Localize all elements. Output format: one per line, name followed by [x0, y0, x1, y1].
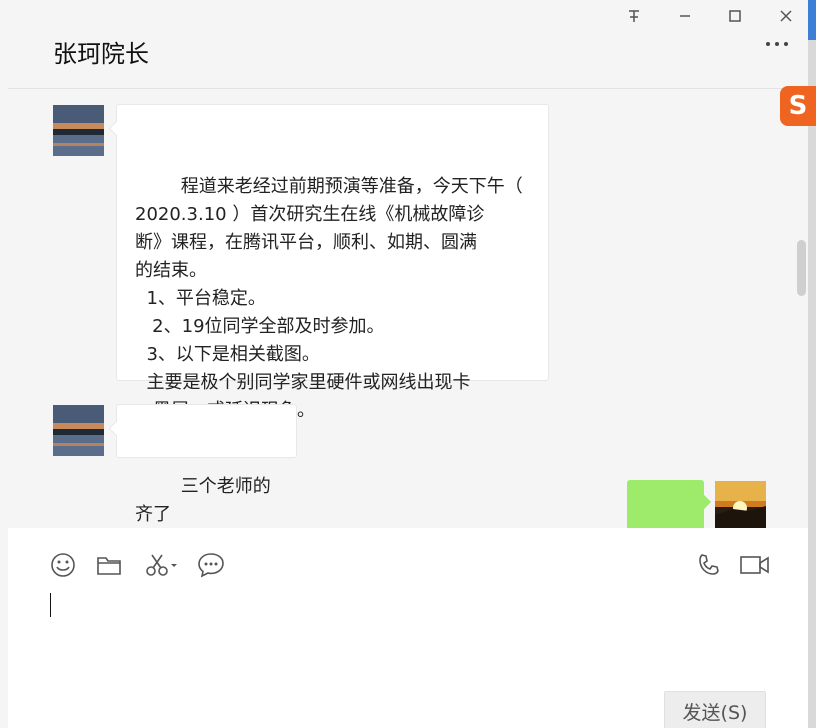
video-icon[interactable]	[739, 550, 771, 580]
message-text: 程道来老经过前期预演等准备，今天下午（ 2020.3.10 ）首次研究生在线《机…	[135, 176, 523, 421]
folder-icon[interactable]	[94, 550, 124, 580]
pin-icon[interactable]	[622, 6, 646, 26]
sunset-lake-avatar[interactable]	[53, 405, 104, 456]
message-text: 三个老师的齐了	[135, 476, 271, 525]
title-bar: 张珂院长	[8, 0, 808, 89]
more-options-icon[interactable]	[766, 42, 788, 46]
chat-history-icon[interactable]	[196, 550, 226, 580]
my-message-bubble[interactable]: 好的	[627, 480, 712, 528]
scrollbar-thumb[interactable]	[797, 240, 806, 296]
message-bubble[interactable]: 三个老师的齐了	[108, 404, 297, 525]
sunrise-avatar[interactable]	[715, 481, 766, 528]
message-composer: 发送(S)	[8, 528, 808, 728]
chat-window: 张珂院长 程道来老经过前期预演等准备，今天下午（ 2020.3.10 ）首次研究…	[8, 0, 808, 728]
message-bubble[interactable]: 程道来老经过前期预演等准备，今天下午（ 2020.3.10 ）首次研究生在线《机…	[108, 104, 549, 421]
chat-title: 张珂院长	[53, 40, 149, 68]
phone-icon[interactable]	[694, 550, 724, 580]
maximize-icon[interactable]	[723, 6, 747, 26]
message-input[interactable]	[48, 588, 788, 678]
minimize-icon[interactable]	[673, 6, 697, 26]
send-button[interactable]: 发送(S)	[664, 691, 766, 728]
close-icon[interactable]	[774, 6, 798, 26]
scissors-icon[interactable]	[142, 550, 182, 580]
emoji-icon[interactable]	[48, 550, 78, 580]
sunset-lake-avatar[interactable]	[53, 105, 104, 156]
message-list[interactable]: 程道来老经过前期预演等准备，今天下午（ 2020.3.10 ）首次研究生在线《机…	[8, 89, 808, 528]
ime-indicator-icon[interactable]: S	[780, 86, 816, 126]
